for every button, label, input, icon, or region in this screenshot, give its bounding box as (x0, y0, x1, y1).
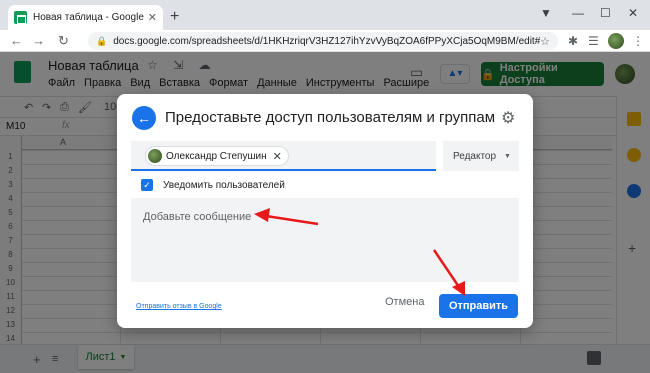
extensions-icon[interactable]: ✱ (568, 34, 578, 48)
tab-close-icon[interactable]: ✕ (148, 11, 157, 24)
forward-icon[interactable]: → (32, 33, 45, 48)
gear-icon[interactable]: ⚙ (501, 108, 515, 128)
notify-checkbox[interactable]: ✓ (141, 179, 153, 191)
share-dialog: ← Предоставьте доступ пользователям и гр… (117, 94, 533, 328)
reading-list-icon[interactable]: ☰ (588, 34, 599, 48)
back-icon[interactable]: ← (10, 33, 23, 48)
maximize-button[interactable]: ☐ (600, 6, 611, 20)
browser-titlebar: Новая таблица - Google Таблицы ✕ + ▼ — ☐… (0, 0, 650, 30)
address-bar-row: ← → ↻ 🔒 docs.google.com/spreadsheets/d/1… (0, 30, 650, 52)
url-input[interactable]: 🔒 docs.google.com/spreadsheets/d/1HKHzri… (88, 32, 558, 50)
bookmark-star-icon[interactable]: ☆ (540, 35, 550, 48)
role-label: Редактор (453, 150, 497, 162)
new-tab-button[interactable]: + (170, 8, 179, 26)
lock-icon: 🔒 (96, 35, 108, 46)
browser-tab[interactable]: Новая таблица - Google Таблицы ✕ (8, 5, 163, 30)
browser-menu-icon[interactable]: ⋮ (632, 34, 644, 48)
chip-name: Олександр Степушин (166, 150, 267, 162)
chip-avatar (148, 149, 162, 163)
chevron-down-icon: ▼ (504, 152, 511, 160)
user-chip[interactable]: Олександр Степушин ✕ (145, 146, 289, 166)
browser-avatar[interactable] (608, 33, 624, 49)
notify-row: ✓ Уведомить пользователей (141, 179, 285, 191)
send-button[interactable]: Отправить (439, 294, 518, 318)
dialog-title: Предоставьте доступ пользователям и груп… (165, 109, 496, 126)
tab-title: Новая таблица - Google Таблицы (33, 12, 144, 23)
reload-icon[interactable]: ↻ (58, 33, 69, 49)
cancel-button[interactable]: Отмена (385, 296, 424, 308)
feedback-link[interactable]: Отправить отзыв в Google (136, 303, 222, 310)
message-placeholder: Добавьте сообщение (143, 211, 252, 223)
message-textarea[interactable]: Добавьте сообщение (131, 198, 519, 282)
back-arrow-icon[interactable]: ← (132, 106, 156, 130)
chip-remove-icon[interactable]: ✕ (273, 150, 282, 163)
url-text: docs.google.com/spreadsheets/d/1HKHzriqr… (113, 35, 541, 47)
role-select[interactable]: Редактор ▼ (443, 141, 519, 171)
notify-label: Уведомить пользователей (163, 179, 285, 191)
minimize-button[interactable]: — (572, 6, 584, 20)
sheets-favicon-icon (14, 11, 27, 24)
close-window-button[interactable]: ✕ (628, 6, 638, 20)
profile-dropdown-icon[interactable]: ▼ (540, 6, 552, 20)
people-input[interactable]: Олександр Степушин ✕ (131, 141, 436, 171)
